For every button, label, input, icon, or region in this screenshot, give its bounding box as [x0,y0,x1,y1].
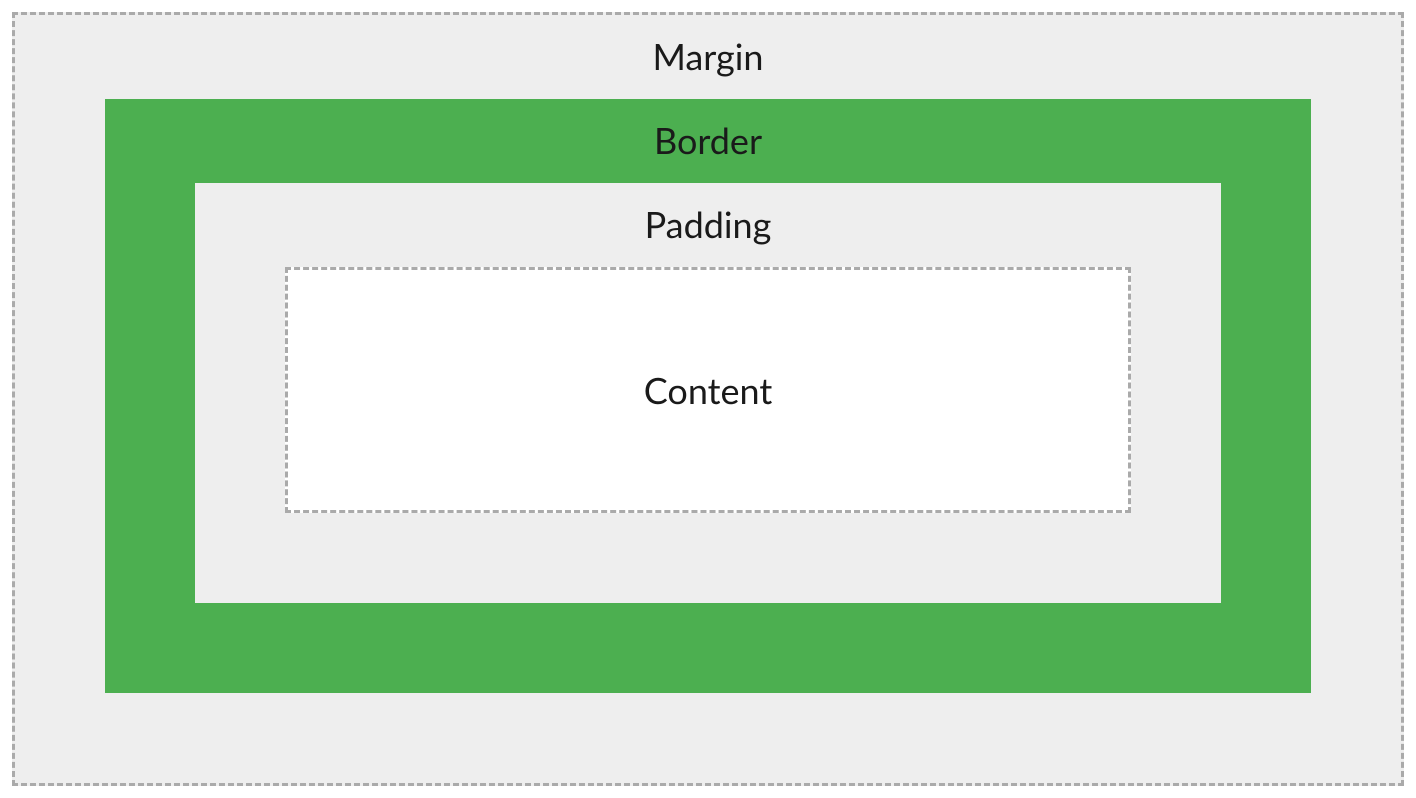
padding-box: Padding Content [195,183,1221,603]
content-box: Content [285,267,1131,513]
margin-label: Margin [653,29,764,83]
padding-label: Padding [645,197,772,251]
border-box: Border Padding Content [105,99,1311,693]
border-label: Border [654,113,762,167]
margin-box: Margin Border Padding Content [12,12,1404,786]
content-label: Content [644,363,773,417]
